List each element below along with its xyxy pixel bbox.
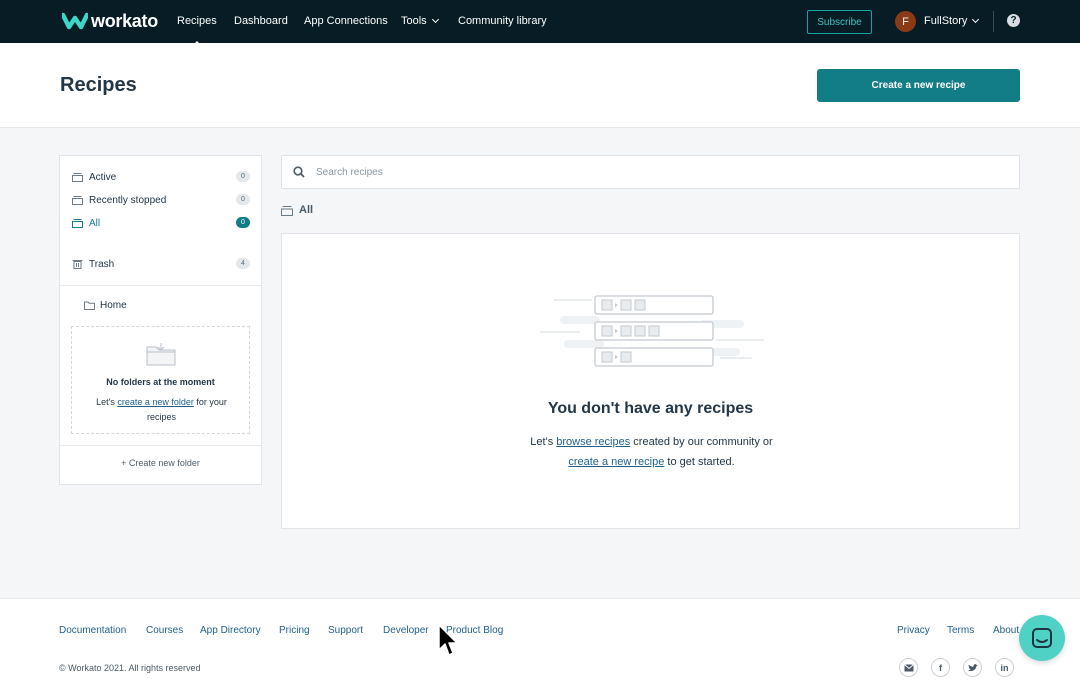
sidebar-item-label: Trash xyxy=(89,258,115,270)
folder-home[interactable]: Home xyxy=(84,300,127,311)
recipe-stack-icon xyxy=(72,219,83,228)
nav-tools-label: Tools xyxy=(401,15,427,27)
page-title: Recipes xyxy=(60,74,137,96)
user-name: FullStory xyxy=(924,15,968,27)
divider xyxy=(60,285,261,286)
sidebar-item-label: All xyxy=(89,217,101,229)
workato-logo[interactable]: workato xyxy=(62,10,158,32)
footer-link-documentation[interactable]: Documentation xyxy=(59,625,126,636)
nav-tools[interactable]: Tools xyxy=(401,15,439,27)
copyright: © Workato 2021. All rights reserved xyxy=(59,663,201,673)
sidebar-item-label: Active xyxy=(89,171,117,183)
workato-logo-icon xyxy=(62,12,88,30)
avatar[interactable]: F xyxy=(895,11,916,32)
sidebar-item-recently-stopped[interactable]: Recently stopped 0 xyxy=(72,192,250,208)
empty-folder-icon xyxy=(146,343,176,366)
mail-glyph xyxy=(903,663,914,671)
create-folder-button[interactable]: + Create new folder xyxy=(60,458,261,468)
empty-folder-title: No folders at the moment xyxy=(106,377,215,387)
recipe-stack-icon xyxy=(72,173,83,182)
sidebar-item-label: Recently stopped xyxy=(89,194,167,206)
count-badge: 0 xyxy=(236,194,250,205)
search-input[interactable] xyxy=(316,166,996,178)
mouse-cursor-icon xyxy=(438,624,458,656)
sidebar-item-trash[interactable]: Trash 4 xyxy=(72,256,250,272)
browse-recipes-link[interactable]: browse recipes xyxy=(556,436,630,448)
nav-recipes[interactable]: Recipes xyxy=(177,15,217,45)
count-badge: 4 xyxy=(236,258,250,269)
empty-state-title: You don't have any recipes xyxy=(547,400,754,417)
chevron-down-icon xyxy=(972,15,980,24)
nav-dashboard[interactable]: Dashboard xyxy=(234,15,288,27)
sidebar-item-active[interactable]: Active 0 xyxy=(72,169,250,185)
empty-state-text-part: to get started. xyxy=(664,456,735,468)
linkedin-icon[interactable]: in xyxy=(995,658,1014,677)
divider xyxy=(60,445,261,446)
footer: Documentation Courses App Directory Pric… xyxy=(0,598,1080,680)
top-navbar: workato Recipes Dashboard App Connection… xyxy=(0,0,1080,45)
footer-link-terms[interactable]: Terms xyxy=(947,625,974,636)
folder-icon xyxy=(84,301,95,310)
count-badge: 0 xyxy=(236,217,250,228)
page-header: Recipes Create a new recipe xyxy=(0,43,1080,128)
recipes-empty-card: You don't have any recipes Let's browse … xyxy=(281,233,1020,529)
empty-folder-text-part: Let's xyxy=(96,397,118,407)
help-icon[interactable]: ? xyxy=(1007,14,1020,27)
section-heading-label: All xyxy=(299,204,314,216)
footer-link-app-directory[interactable]: App Directory xyxy=(200,625,261,636)
empty-folder-text: Let's create a new folder for your recip… xyxy=(92,395,231,425)
facebook-icon[interactable]: f xyxy=(931,658,950,677)
search-bar xyxy=(281,155,1020,189)
empty-state-text-part: Let's xyxy=(530,436,557,448)
mail-icon[interactable] xyxy=(899,658,918,677)
empty-state-text-part: created by our community or xyxy=(630,436,773,448)
nav-community-library[interactable]: Community library xyxy=(458,15,547,27)
footer-link-pricing[interactable]: Pricing xyxy=(279,625,310,636)
empty-state-text: Let's browse recipes created by our comm… xyxy=(482,432,821,472)
empty-folder-panel: No folders at the moment Let's create a … xyxy=(71,326,250,434)
footer-link-developer[interactable]: Developer xyxy=(383,625,429,636)
recipe-stack-icon xyxy=(72,196,83,205)
empty-recipes-illustration xyxy=(540,295,764,367)
sidebar: Active 0 Recently stopped 0 All 0 Trash … xyxy=(59,155,262,485)
search-icon xyxy=(293,166,305,178)
footer-link-privacy[interactable]: Privacy xyxy=(897,625,930,636)
chevron-down-icon xyxy=(431,15,439,24)
logo-text: workato xyxy=(91,10,158,31)
subscribe-button[interactable]: Subscribe xyxy=(807,10,872,34)
footer-link-courses[interactable]: Courses xyxy=(146,625,183,636)
create-folder-link[interactable]: create a new folder xyxy=(117,397,194,407)
footer-link-support[interactable]: Support xyxy=(328,625,363,636)
trash-icon xyxy=(72,260,83,269)
create-recipe-button[interactable]: Create a new recipe xyxy=(817,69,1020,102)
section-heading: All xyxy=(281,204,313,216)
user-menu[interactable]: FullStory xyxy=(924,15,980,27)
twitter-icon[interactable] xyxy=(963,658,982,677)
count-badge: 0 xyxy=(236,171,250,182)
folder-home-label: Home xyxy=(100,300,127,311)
create-recipe-link[interactable]: create a new recipe xyxy=(568,456,664,468)
nav-divider xyxy=(993,11,994,32)
twitter-glyph xyxy=(967,663,978,671)
sidebar-item-all[interactable]: All 0 xyxy=(72,215,250,231)
footer-link-about[interactable]: About xyxy=(993,625,1019,636)
recipe-stack-icon xyxy=(281,205,293,216)
chat-launcher[interactable] xyxy=(1019,615,1065,661)
chat-icon xyxy=(1032,628,1052,648)
nav-app-connections[interactable]: App Connections xyxy=(304,15,388,27)
